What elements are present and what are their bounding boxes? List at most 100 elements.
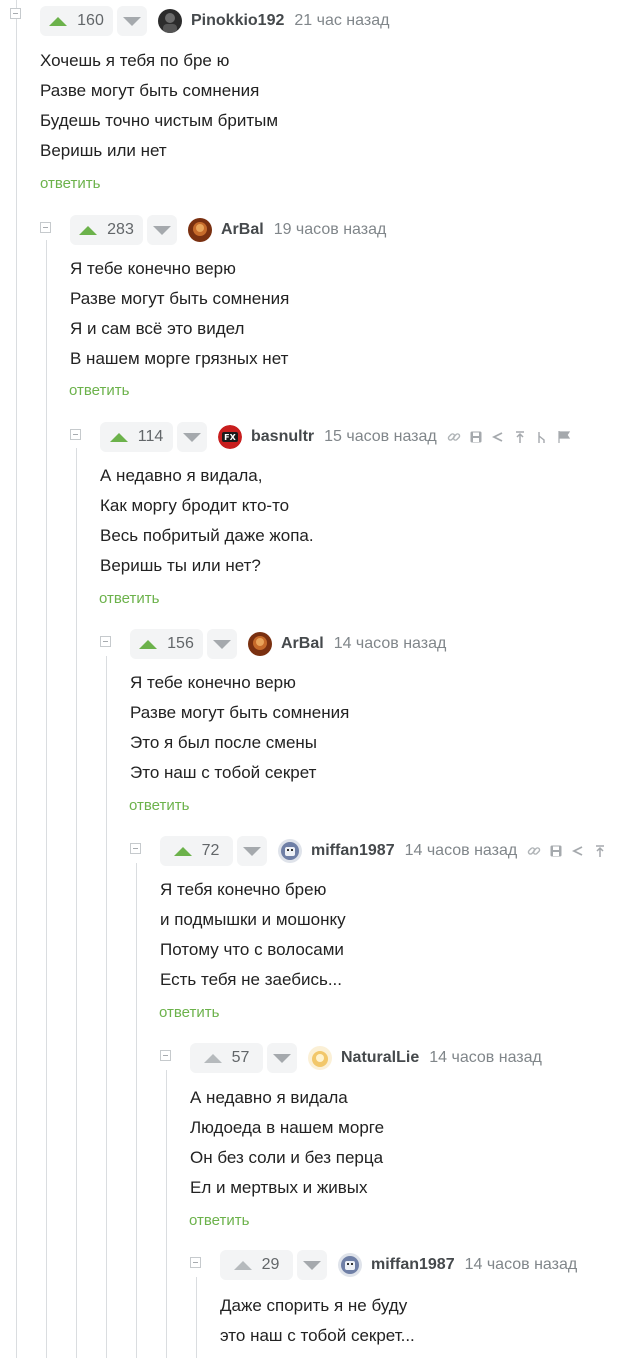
comment-line: Разве могут быть сомнения	[40, 81, 260, 100]
collapse-icon[interactable]	[100, 636, 111, 647]
flag-icon[interactable]	[557, 430, 571, 444]
avatar[interactable]	[308, 1046, 332, 1070]
comment-header: 283 ArBal 19 часов назад	[70, 214, 386, 246]
to-parent-icon[interactable]	[593, 844, 607, 858]
thread-line	[46, 240, 47, 1358]
timestamp[interactable]: 14 часов назад	[465, 1256, 578, 1274]
vote-count: 29	[261, 1256, 280, 1273]
downvote-button[interactable]	[267, 1043, 297, 1073]
comment-line: Веришь ты или нет?	[100, 556, 261, 575]
link-icon[interactable]	[447, 430, 461, 444]
upvote-button[interactable]: 160	[40, 6, 113, 36]
downvote-button[interactable]	[117, 6, 147, 36]
comment-line: Хочешь я тебя по бре ю	[40, 51, 230, 70]
username[interactable]: basnultr	[251, 428, 314, 446]
collapse-icon[interactable]	[70, 429, 81, 440]
collapse-icon[interactable]	[40, 222, 51, 233]
comment-line: Есть тебя не заебись...	[160, 970, 343, 989]
timestamp[interactable]: 14 часов назад	[405, 842, 518, 860]
comment-line: Как моргу бродит кто-то	[100, 496, 290, 515]
arrow-up-icon	[79, 225, 98, 235]
comment-line: Разве могут быть сомнения	[130, 703, 350, 722]
thread-line	[16, 0, 17, 1358]
arrow-down-icon	[153, 225, 171, 235]
reply-button[interactable]: ответить	[99, 590, 159, 607]
downvote-button[interactable]	[177, 422, 207, 452]
comment-line: Будешь точно чистым бритым	[40, 111, 279, 130]
upvote-button[interactable]: 57	[190, 1043, 263, 1073]
arrow-up-icon	[109, 432, 128, 442]
thread-line	[136, 863, 137, 1358]
collapse-icon[interactable]	[10, 8, 21, 19]
timestamp[interactable]: 19 часов назад	[274, 221, 387, 239]
comment-line: Я тебе конечно верю	[70, 259, 236, 278]
comment-header: 29 miffan1987 14 часов назад	[220, 1249, 577, 1281]
upvote-button[interactable]: 114	[100, 422, 173, 452]
downvote-button[interactable]	[147, 215, 177, 245]
arrow-up-icon	[173, 846, 192, 856]
comment-body: Хочешь я тебя по бре ю Разве могут быть …	[40, 46, 278, 166]
downvote-button[interactable]	[297, 1250, 327, 1280]
share-icon[interactable]	[491, 430, 505, 444]
avatar[interactable]: FX	[218, 425, 242, 449]
comment-header: 160 Pinokkio192 21 час назад	[40, 5, 389, 37]
link-icon[interactable]	[527, 844, 541, 858]
collapse-icon[interactable]	[130, 843, 141, 854]
arrow-down-icon	[273, 1053, 291, 1063]
upvote-button[interactable]: 72	[160, 836, 233, 866]
downvote-button[interactable]	[237, 836, 267, 866]
timestamp[interactable]: 15 часов назад	[324, 428, 437, 446]
downvote-button[interactable]	[207, 629, 237, 659]
comment-line: Я тебе конечно верю	[130, 673, 296, 692]
comment-header: 156 ArBal 14 часов назад	[130, 628, 446, 660]
thread-line	[166, 1070, 167, 1358]
reply-button[interactable]: ответить	[189, 1212, 249, 1229]
username[interactable]: miffan1987	[371, 1256, 455, 1274]
vote-count: 160	[77, 12, 104, 29]
username[interactable]: miffan1987	[311, 842, 395, 860]
reply-button[interactable]: ответить	[40, 175, 100, 192]
thread-line	[196, 1277, 197, 1358]
comment-line: Это наш с тобой секрет	[130, 763, 317, 782]
reply-button[interactable]: ответить	[159, 1004, 219, 1021]
save-icon[interactable]	[469, 430, 483, 444]
comment-line: Потому что с волосами	[160, 940, 344, 959]
username[interactable]: ArBal	[221, 221, 264, 239]
arrow-down-icon	[183, 432, 201, 442]
collapse-icon[interactable]	[160, 1050, 171, 1061]
reply-button[interactable]: ответить	[69, 382, 129, 399]
timestamp[interactable]: 21 час назад	[294, 12, 389, 30]
comment-line: В нашем морге грязных нет	[70, 349, 289, 368]
upvote-button[interactable]: 156	[130, 629, 203, 659]
avatar[interactable]	[338, 1253, 362, 1277]
timestamp[interactable]: 14 часов назад	[334, 635, 447, 653]
thread-line	[76, 448, 77, 1358]
avatar[interactable]	[278, 839, 302, 863]
comment-line: Я тебя конечно брею	[160, 880, 327, 899]
save-icon[interactable]	[549, 844, 563, 858]
comment-line: Даже спорить я не буду	[220, 1296, 408, 1315]
upvote-button[interactable]: 29	[220, 1250, 293, 1280]
collapse-icon[interactable]	[190, 1257, 201, 1268]
comment-body: Я тебе конечно верю Разве могут быть сом…	[70, 254, 289, 374]
to-parent-icon[interactable]	[513, 430, 527, 444]
comment-line: Он без соли и без перца	[190, 1148, 384, 1167]
vote-count: 72	[201, 842, 220, 859]
branch-icon[interactable]	[535, 430, 549, 444]
share-icon[interactable]	[571, 844, 585, 858]
arrow-up-icon	[233, 1260, 252, 1270]
username[interactable]: Pinokkio192	[191, 12, 284, 30]
username[interactable]: NaturalLie	[341, 1049, 419, 1067]
timestamp[interactable]: 14 часов назад	[429, 1049, 542, 1067]
comment-line: Разве могут быть сомнения	[70, 289, 290, 308]
username[interactable]: ArBal	[281, 635, 324, 653]
upvote-button[interactable]: 283	[70, 215, 143, 245]
comment-line: Я и сам всё это видел	[70, 319, 245, 338]
reply-button[interactable]: ответить	[129, 797, 189, 814]
arrow-up-icon	[139, 639, 158, 649]
avatar[interactable]	[188, 218, 212, 242]
comment-line: А недавно я видала,	[100, 466, 263, 485]
comment-header: 72 miffan1987 14 часов назад	[160, 835, 607, 867]
avatar[interactable]	[248, 632, 272, 656]
avatar[interactable]	[158, 9, 182, 33]
